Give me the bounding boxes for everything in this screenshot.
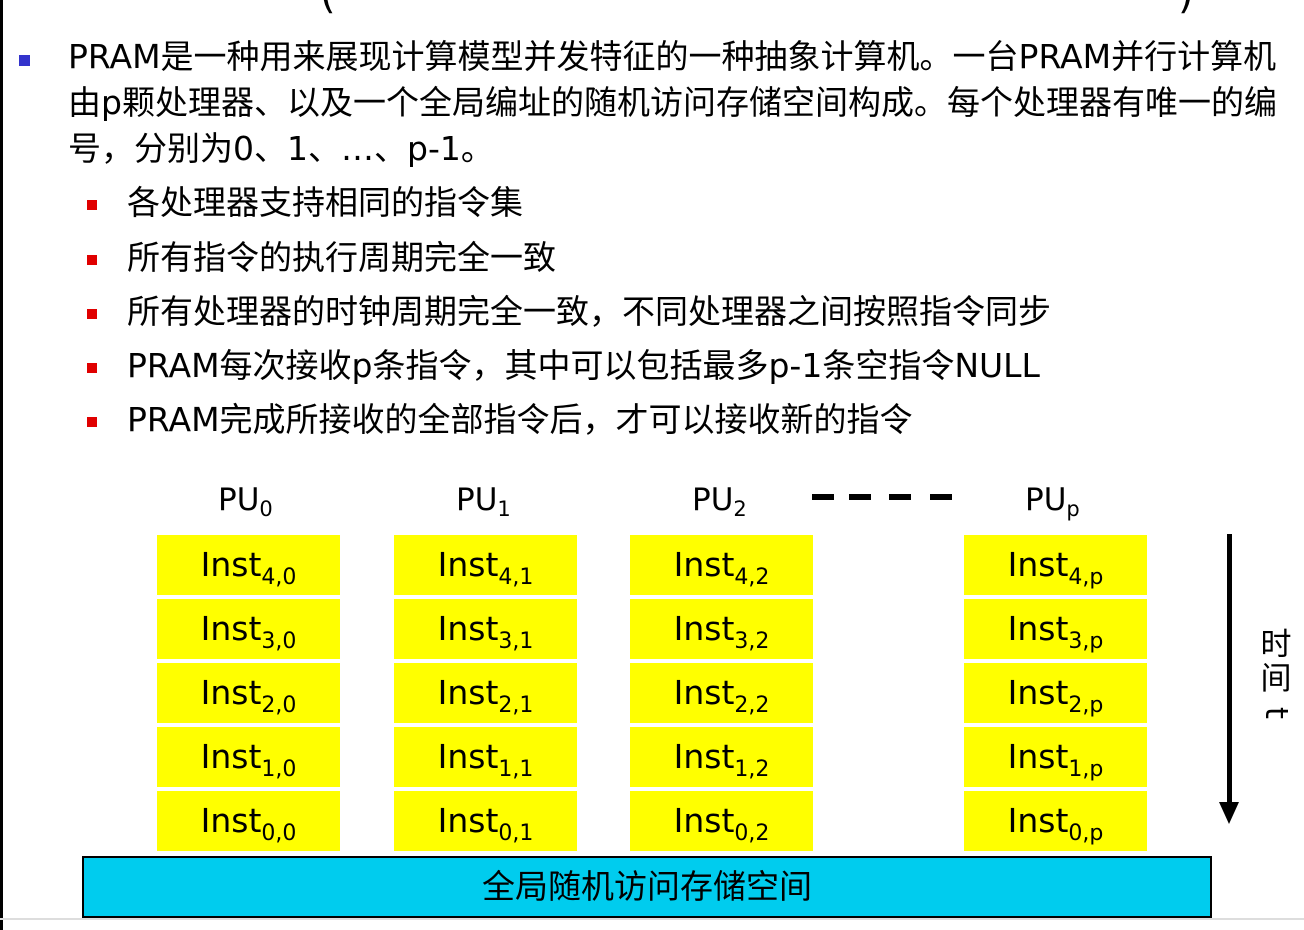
instruction-cell: Inst0,1 [394,791,577,851]
instruction-cell: Inst1,2 [630,727,813,787]
instruction-cell: Inst2,1 [394,663,577,723]
time-axis-label: 时 间 t [1258,627,1294,720]
bullet-red-square-icon [87,363,97,373]
bullet-red-square-icon [87,200,97,210]
sub-item: 各处理器支持相同的指令集 [127,183,523,222]
slide-bottom-divider [0,918,1304,920]
instruction-cell: Inst3,2 [630,599,813,659]
instruction-cell: Inst0,2 [630,791,813,851]
pu-header-p: PUp [1025,482,1080,521]
title-fragment-left: ( [320,0,336,18]
sub-item: 所有处理器的时钟周期完全一致，不同处理器之间按照指令同步 [127,292,1051,331]
title-fragment-right: ) [1178,0,1194,18]
sub-item: PRAM每次接收p条指令，其中可以包括最多p-1条空指令NULL [127,346,1040,385]
instruction-cell: Inst3,p [964,599,1147,659]
bullet-red-square-icon [87,309,97,319]
intro-paragraph: PRAM是一种用来展现计算模型并发特征的一种抽象计算机。一台PRAM并行计算机由… [68,37,1277,168]
instruction-cell: Inst2,2 [630,663,813,723]
pu-header-1: PU1 [456,482,511,521]
down-arrow-icon [1219,802,1239,824]
ellipsis-dash [812,494,834,500]
instruction-cell: Inst1,1 [394,727,577,787]
instruction-cell: Inst4,1 [394,535,577,595]
instruction-cell: Inst3,0 [157,599,340,659]
bullet-square-icon [19,55,30,66]
left-edge-rule [0,0,3,930]
instruction-cell: Inst4,0 [157,535,340,595]
instruction-cell: Inst3,1 [394,599,577,659]
instruction-cell: Inst2,0 [157,663,340,723]
ellipsis-dash [930,494,952,500]
instruction-cell: Inst2,p [964,663,1147,723]
instruction-cell: Inst1,p [964,727,1147,787]
pu-header-0: PU0 [218,482,273,521]
bullet-red-square-icon [87,255,97,265]
instruction-cell: Inst4,2 [630,535,813,595]
sub-item: PRAM完成所接收的全部指令后，才可以接收新的指令 [127,400,913,439]
sub-item: 所有指令的执行周期完全一致 [127,238,556,277]
instruction-cell: Inst0,0 [157,791,340,851]
ellipsis-dash [849,494,871,500]
instruction-cell: Inst4,p [964,535,1147,595]
pu-header-2: PU2 [692,482,747,521]
ellipsis-dash [889,494,911,500]
instruction-cell: Inst0,p [964,791,1147,851]
shared-memory-box: 全局随机访问存储空间 [82,856,1212,918]
instruction-cell: Inst1,0 [157,727,340,787]
bullet-red-square-icon [87,417,97,427]
time-arrow-shaft [1227,534,1232,806]
